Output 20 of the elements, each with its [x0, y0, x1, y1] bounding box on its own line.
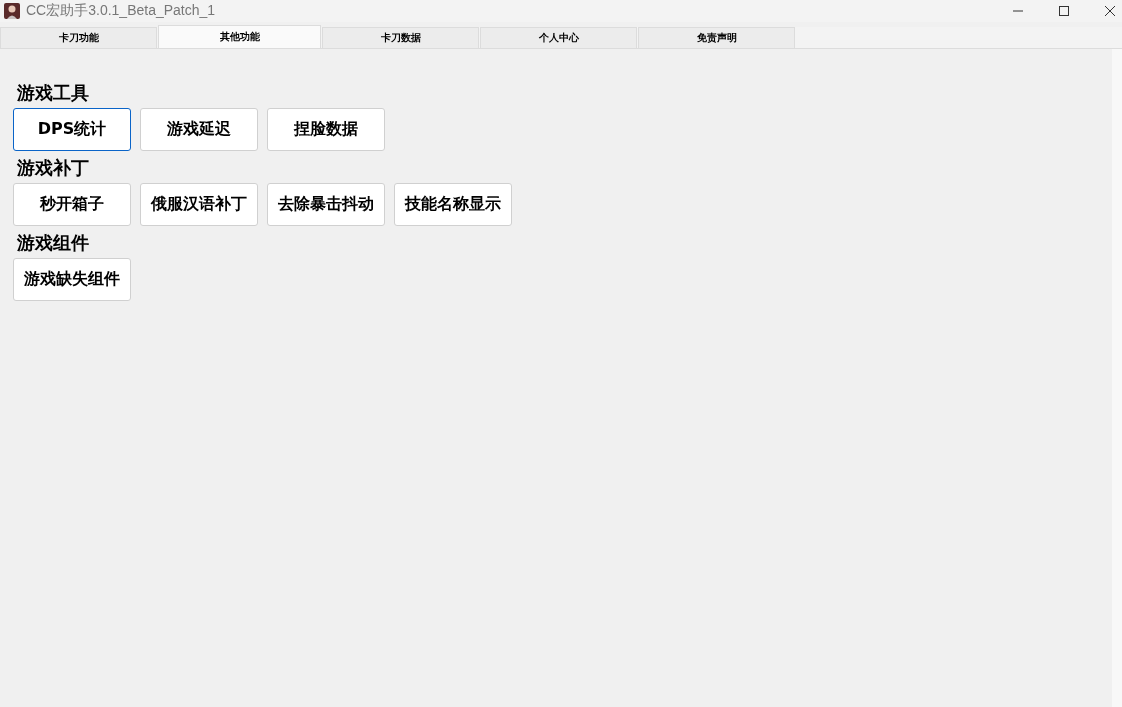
- tab[interactable]: 其他功能: [158, 25, 321, 48]
- tool-button[interactable]: DPS统计: [13, 108, 131, 151]
- tab[interactable]: 卡刀数据: [322, 27, 479, 48]
- app-icon: [4, 3, 20, 19]
- tab[interactable]: 免责声明: [638, 27, 795, 48]
- window-title: CC宏助手3.0.1_Beta_Patch_1: [26, 2, 216, 20]
- section-heading: 游戏组件: [16, 231, 90, 255]
- tool-button[interactable]: 游戏延迟: [140, 108, 258, 151]
- tool-button[interactable]: 捏脸数据: [267, 108, 385, 151]
- maximize-icon[interactable]: [1058, 5, 1070, 17]
- tool-button[interactable]: 去除暴击抖动: [267, 183, 385, 226]
- tab[interactable]: 个人中心: [480, 27, 637, 48]
- tool-button[interactable]: 俄服汉语补丁: [140, 183, 258, 226]
- close-icon[interactable]: [1104, 5, 1116, 17]
- tool-button[interactable]: 技能名称显示: [394, 183, 512, 226]
- tool-button[interactable]: 秒开箱子: [13, 183, 131, 226]
- tab[interactable]: 卡刀功能: [0, 27, 157, 48]
- section-heading: 游戏工具: [16, 81, 90, 105]
- section-heading: 游戏补丁: [16, 156, 90, 180]
- tool-button[interactable]: 游戏缺失组件: [13, 258, 131, 301]
